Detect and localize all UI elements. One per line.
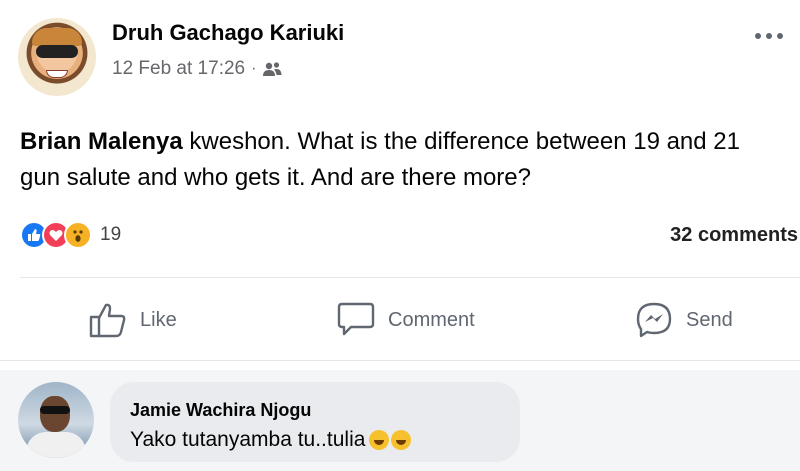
post-meta: 12 Feb at 17:26 · [112, 58, 282, 80]
comment-label: Comment [388, 308, 475, 331]
comment-bubble: Jamie Wachira Njogu Yako tutanyamba tu..… [110, 382, 520, 462]
meta-separator: · [251, 60, 257, 77]
commenter-avatar[interactable] [18, 382, 94, 458]
like-label: Like [140, 308, 177, 331]
post-timestamp[interactable]: 12 Feb at 17:26 [112, 58, 245, 80]
actions-bottom-divider [0, 360, 800, 361]
comments-count-link[interactable]: 32 comments [670, 224, 798, 247]
post-header: Druh Gachago Kariuki 12 Feb at 17:26 · [18, 14, 798, 96]
wow-icon [64, 221, 92, 249]
avatar-glasses [36, 45, 78, 58]
messenger-icon [634, 301, 674, 339]
actions-top-divider [20, 277, 800, 278]
friends-icon[interactable] [262, 61, 282, 77]
avatar-hair [32, 28, 82, 46]
comment-button[interactable]: Comment [336, 301, 475, 339]
comment-body: Yako tutanyamba tu..tulia [130, 428, 366, 451]
author-name[interactable]: Druh Gachago Kariuki [112, 20, 344, 46]
send-button[interactable]: Send [634, 301, 733, 339]
grinning-sweat-emoji-icon [391, 430, 412, 450]
post-text: Brian Malenya kweshon. What is the diffe… [20, 124, 780, 196]
avatar-mouth [46, 70, 68, 78]
commenter-name[interactable]: Jamie Wachira Njogu [130, 400, 311, 421]
grinning-sweat-emoji-icon [369, 430, 390, 450]
avatar-shirt [26, 432, 86, 458]
reaction-summary[interactable]: 19 [20, 220, 121, 250]
thumbs-up-icon [88, 301, 128, 339]
action-bar: Like Comment Send [0, 293, 800, 353]
like-button[interactable]: Like [88, 301, 177, 339]
speech-bubble-icon [336, 301, 376, 339]
author-avatar[interactable] [18, 18, 96, 96]
avatar-face [40, 396, 70, 432]
reaction-count: 19 [100, 224, 122, 245]
ellipsis-icon[interactable] [754, 24, 784, 40]
facebook-post: Druh Gachago Kariuki 12 Feb at 17:26 · B… [0, 0, 800, 471]
send-label: Send [686, 308, 733, 331]
avatar-sunglasses [40, 406, 70, 414]
mention-link[interactable]: Brian Malenya [20, 128, 183, 155]
comment-section: Jamie Wachira Njogu Yako tutanyamba tu..… [0, 370, 800, 471]
comment-text: Yako tutanyamba tu..tulia [130, 428, 412, 452]
